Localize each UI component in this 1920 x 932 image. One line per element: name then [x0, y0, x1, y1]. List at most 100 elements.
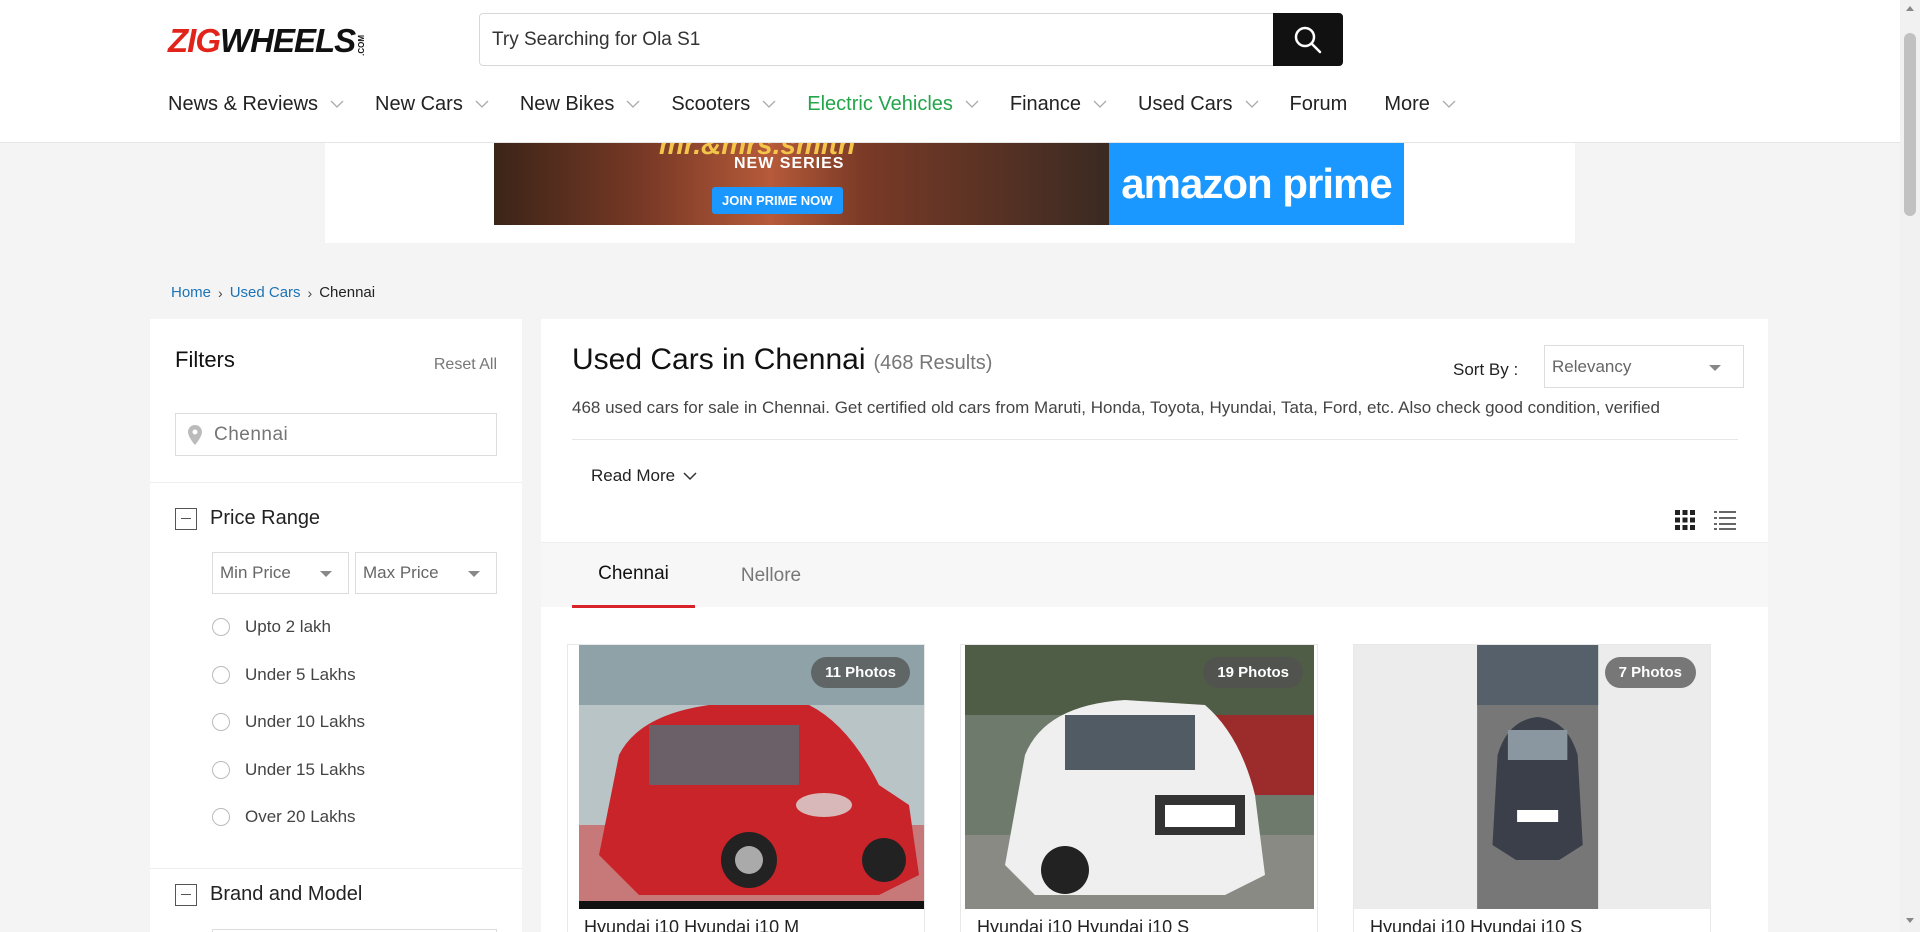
nav-label: Used Cars	[1138, 92, 1233, 115]
sort-select[interactable]: Relevancy	[1544, 345, 1744, 388]
breadcrumb: Home › Used Cars › Chennai	[171, 284, 375, 301]
nav-more[interactable]: More	[1384, 93, 1456, 116]
price-option-label: Under 15 Lakhs	[245, 760, 366, 779]
radio-icon[interactable]	[212, 808, 230, 826]
brand-model-header[interactable]: Brand and Model	[175, 883, 362, 906]
max-price-label: Max Price	[363, 563, 439, 582]
divider	[150, 482, 522, 483]
search-box	[479, 13, 1343, 66]
price-option[interactable]: Under 15 Lakhs	[212, 760, 365, 780]
price-range-title: Price Range	[210, 507, 321, 529]
breadcrumb-used-cars[interactable]: Used Cars	[230, 284, 301, 301]
tab-chennai[interactable]: Chennai	[572, 543, 695, 608]
photo-count-badge: 11 Photos	[811, 657, 910, 688]
search-icon	[1294, 26, 1322, 53]
car-card[interactable]: 11 Photos Hyundai i10 Hyundai i10 M	[567, 644, 925, 932]
radio-icon[interactable]	[212, 713, 230, 731]
amazon-prime-ad[interactable]: mr.&mrs.smith NEW SERIES JOIN PRIME NOW …	[494, 143, 1404, 225]
car-name[interactable]: Hyundai i10 Hyundai i10 M	[584, 917, 799, 932]
scroll-down-icon[interactable]	[1906, 918, 1914, 923]
price-option-label: Over 20 Lakhs	[245, 807, 356, 826]
nav-label: New Bikes	[519, 92, 615, 115]
price-range-header[interactable]: Price Range	[175, 507, 320, 530]
breadcrumb-home[interactable]: Home	[171, 284, 211, 301]
divider	[572, 439, 1738, 440]
nav-label: Forum	[1289, 92, 1348, 115]
nav-forum[interactable]: Forum	[1290, 93, 1348, 116]
logo-zig: ZIG	[168, 22, 221, 59]
nav-news-reviews[interactable]: News & Reviews	[168, 93, 344, 116]
min-price-select[interactable]: Min Price	[212, 552, 349, 594]
price-option[interactable]: Under 10 Lakhs	[212, 712, 365, 732]
nav-new-cars[interactable]: New Cars	[375, 93, 489, 116]
ad-container: mr.&mrs.smith NEW SERIES JOIN PRIME NOW …	[325, 143, 1575, 243]
city-tabs: Chennai Nellore	[541, 542, 1768, 608]
chevron-down-icon	[626, 100, 640, 108]
price-option[interactable]: Upto 2 lakh	[212, 617, 331, 637]
breadcrumb-current: Chennai	[319, 284, 376, 301]
scroll-up-icon[interactable]	[1906, 6, 1914, 11]
min-price-label: Min Price	[220, 563, 291, 582]
tab-nellore[interactable]: Nellore	[711, 543, 831, 608]
list-view-icon[interactable]	[1714, 510, 1736, 530]
filters-panel: Filters Reset All Price Range Min Price …	[150, 319, 522, 932]
filters-title: Filters	[175, 347, 235, 372]
breadcrumb-separator-icon: ›	[307, 284, 313, 301]
chevron-down-icon	[762, 100, 776, 108]
nav-new-bikes[interactable]: New Bikes	[520, 93, 640, 116]
car-card[interactable]: 7 Photos Hyundai i10 Hyundai i10 S	[1353, 644, 1711, 932]
nav-label: Finance	[1009, 92, 1082, 115]
radio-icon[interactable]	[212, 666, 230, 684]
results-panel: Used Cars in Chennai (468 Results) Sort …	[541, 319, 1768, 932]
nav-label: New Cars	[375, 92, 463, 115]
chevron-down-icon	[1245, 100, 1258, 108]
sort-label: Sort By :	[1453, 360, 1519, 379]
page-scrollbar[interactable]	[1900, 0, 1920, 932]
nav-scooters[interactable]: Scooters	[671, 93, 776, 116]
search-button[interactable]	[1273, 13, 1343, 66]
breadcrumb-separator-icon: ›	[218, 284, 223, 301]
ad-image: mr.&mrs.smith NEW SERIES JOIN PRIME NOW	[494, 143, 1109, 225]
max-price-select[interactable]: Max Price	[355, 552, 497, 594]
grid-view-icon[interactable]	[1675, 510, 1695, 530]
divider	[150, 868, 522, 869]
ad-cta-button[interactable]: JOIN PRIME NOW	[712, 187, 843, 214]
sort-value: Relevancy	[1552, 356, 1632, 376]
results-description: 468 used cars for sale in Chennai. Get c…	[572, 398, 1660, 417]
results-heading: Used Cars in Chennai (468 Results)	[572, 343, 992, 377]
nav-electric-vehicles[interactable]: Electric Vehicles	[807, 93, 979, 116]
location-input[interactable]	[214, 414, 484, 455]
ad-series: NEW SERIES	[734, 155, 845, 172]
chevron-down-icon	[965, 100, 979, 108]
reset-all-button[interactable]: Reset All	[434, 356, 497, 374]
brand-model-title: Brand and Model	[210, 883, 363, 905]
logo-wheels: WHEELS	[220, 22, 356, 59]
ad-brand: amazon prime	[1121, 160, 1392, 207]
collapse-icon[interactable]	[175, 507, 197, 530]
chevron-down-icon	[683, 471, 697, 480]
chevron-down-icon	[475, 100, 489, 108]
radio-icon[interactable]	[212, 618, 230, 636]
chevron-down-icon	[1093, 100, 1107, 108]
main-nav: News & Reviews New Cars New Bikes Scoote…	[168, 92, 1487, 116]
location-pin-icon	[188, 425, 202, 445]
price-option-label: Under 5 Lakhs	[245, 665, 356, 684]
price-option[interactable]: Under 5 Lakhs	[212, 665, 356, 685]
price-option[interactable]: Over 20 Lakhs	[212, 807, 356, 827]
nav-label: News & Reviews	[168, 92, 319, 115]
car-name[interactable]: Hyundai i10 Hyundai i10 S	[977, 917, 1189, 932]
nav-label: Scooters	[671, 92, 751, 115]
scrollbar-thumb[interactable]	[1904, 33, 1916, 216]
zigwheels-logo[interactable]: ZIG WHEELS .COM	[168, 22, 367, 59]
collapse-icon[interactable]	[175, 883, 197, 906]
results-count: (468 Results)	[873, 352, 993, 374]
search-input[interactable]	[492, 14, 1272, 65]
read-more-button[interactable]: Read More	[591, 466, 697, 486]
car-name[interactable]: Hyundai i10 Hyundai i10 S	[1370, 917, 1582, 932]
nav-finance[interactable]: Finance	[1010, 93, 1107, 116]
radio-icon[interactable]	[212, 761, 230, 779]
car-card[interactable]: 19 Photos Hyundai i10 Hyundai i10 S	[960, 644, 1318, 932]
nav-used-cars[interactable]: Used Cars	[1138, 93, 1258, 116]
ad-brand-panel: amazon prime	[1109, 143, 1404, 225]
logo-com: .COM	[357, 35, 367, 56]
